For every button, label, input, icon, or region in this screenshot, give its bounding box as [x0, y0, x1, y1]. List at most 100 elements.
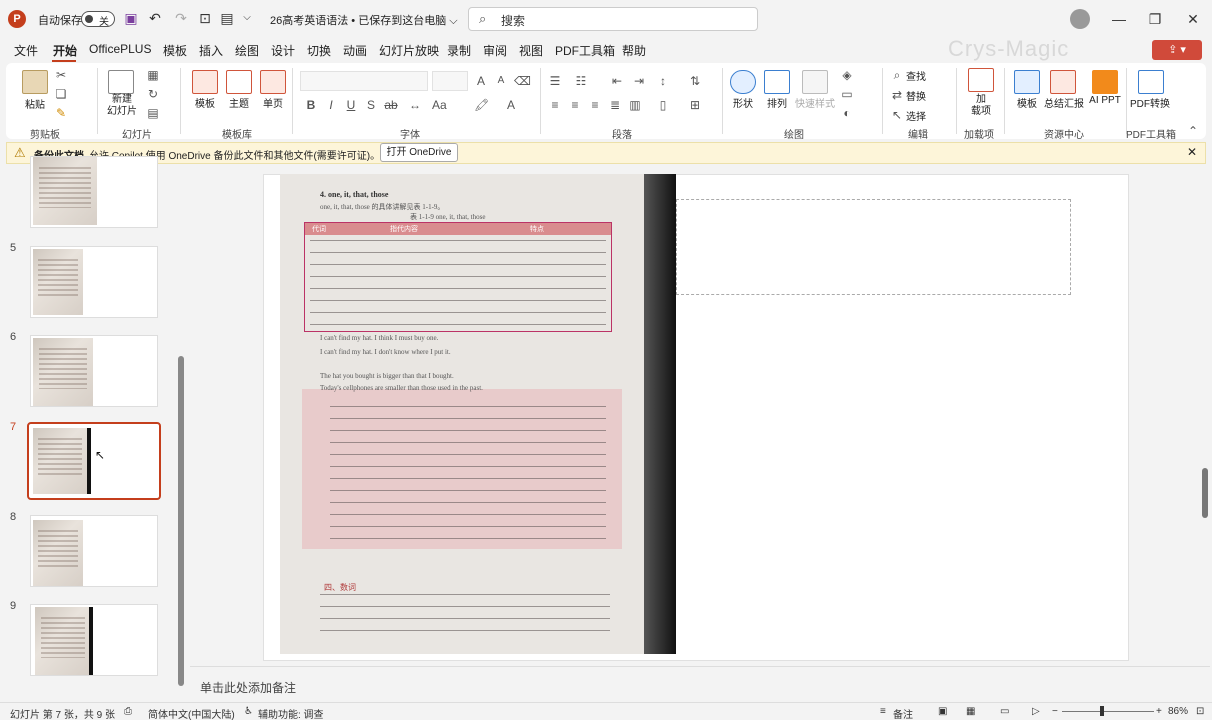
tab-review[interactable]: 审阅 — [483, 42, 507, 59]
autosave-toggle[interactable]: 关 — [81, 11, 115, 28]
spellcheck-icon[interactable]: ⎙ — [124, 706, 132, 717]
tab-insert[interactable]: 插入 — [199, 42, 223, 59]
addins-icon[interactable] — [968, 68, 994, 92]
single-page-icon[interactable] — [260, 70, 286, 94]
pdf-convert-button[interactable]: PDF转换 — [1128, 95, 1172, 110]
arrange-icon[interactable] — [764, 70, 790, 94]
accessibility-status[interactable]: 辅助功能: 调查 — [258, 706, 324, 720]
ai-ppt-button[interactable]: AI PPT — [1086, 95, 1124, 106]
language-status[interactable]: 简体中文(中国大陆) — [148, 706, 235, 720]
open-onedrive-button[interactable]: 打开 OneDrive — [380, 143, 458, 162]
template-icon[interactable] — [192, 70, 218, 94]
strikethrough-icon[interactable]: ab — [384, 98, 398, 112]
theme-button[interactable]: 主题 — [224, 95, 254, 110]
shrink-font-icon[interactable]: A — [494, 74, 508, 88]
quick-styles-button[interactable]: 快速样式 — [792, 95, 838, 110]
close-icon[interactable]: ✕ — [1187, 145, 1197, 159]
reset-icon[interactable]: ↻ — [146, 87, 160, 101]
tab-file[interactable]: 文件 — [14, 42, 38, 59]
tab-help[interactable]: 帮助 — [622, 42, 646, 59]
template-button[interactable]: 模板 — [190, 95, 220, 110]
close-icon[interactable]: ✕ — [1184, 10, 1202, 28]
smartart-icon[interactable]: ⊞ — [688, 98, 702, 112]
notes-button[interactable]: 备注 — [893, 706, 913, 720]
font-size-select[interactable] — [432, 71, 468, 91]
notes-icon[interactable]: ≡ — [880, 706, 886, 717]
customize-icon[interactable]: ▤ — [218, 9, 236, 27]
tab-view[interactable]: 视图 — [519, 42, 543, 59]
tab-design[interactable]: 设计 — [271, 42, 295, 59]
quick-styles-icon[interactable] — [802, 70, 828, 94]
theme-icon[interactable] — [226, 70, 252, 94]
font-family-select[interactable] — [300, 71, 428, 91]
shadow-icon[interactable]: S — [364, 98, 378, 112]
single-page-button[interactable]: 单页 — [258, 95, 288, 110]
sorter-view-icon[interactable]: ▦ — [966, 706, 975, 717]
tab-animations[interactable]: 动画 — [343, 42, 367, 59]
text-placeholder[interactable] — [676, 199, 1071, 295]
layout-icon[interactable]: ▦ — [146, 68, 160, 82]
slide-thumbnail[interactable] — [30, 246, 158, 318]
line-spacing-icon[interactable]: ↕ — [656, 74, 670, 88]
summary-button[interactable]: 总结汇报 — [1042, 95, 1086, 110]
find-icon[interactable]: ⌕ — [890, 68, 904, 82]
increase-indent-icon[interactable]: ⇥ — [632, 74, 646, 88]
more-icon[interactable]: ⌵ — [238, 9, 256, 27]
slide-thumbnail-selected[interactable] — [27, 422, 161, 500]
thumbnail-scrollbar[interactable] — [177, 166, 185, 696]
textbook-photo[interactable]: 4. one, it, that, those one, it, that, t… — [280, 174, 676, 654]
tab-transitions[interactable]: 切换 — [307, 42, 331, 59]
find-button[interactable]: 查找 — [906, 68, 926, 83]
replace-icon[interactable]: ⇄ — [890, 88, 904, 102]
replace-button[interactable]: 替换 — [906, 88, 926, 103]
ai-ppt-icon[interactable] — [1092, 70, 1118, 94]
bullets-icon[interactable]: ☰ — [548, 74, 562, 88]
shape-effects-icon[interactable]: ◐ — [840, 106, 854, 120]
tab-slideshow[interactable]: 幻灯片放映 — [379, 42, 439, 59]
select-button[interactable]: 选择 — [906, 108, 926, 123]
document-title[interactable]: 26高考英语语法 • 已保存到这台电脑 ⌵ — [270, 12, 458, 28]
slide-thumbnail[interactable] — [30, 604, 158, 676]
addins-button[interactable]: 加 载项 — [966, 94, 996, 118]
tab-pdf-tools[interactable]: PDF工具箱 — [555, 42, 615, 59]
slide-thumbnail[interactable] — [30, 156, 158, 228]
slide-thumbnail[interactable] — [30, 335, 158, 407]
paste-icon[interactable] — [22, 70, 48, 94]
zoom-slider-thumb[interactable] — [1100, 706, 1104, 716]
new-slide-button[interactable]: 新建 幻灯片 — [100, 94, 144, 118]
shape-fill-icon[interactable]: ◈ — [840, 68, 854, 82]
accessibility-icon[interactable]: ♿ — [244, 706, 253, 717]
tab-record[interactable]: 录制 — [447, 42, 471, 59]
notes-pane[interactable] — [190, 666, 1210, 702]
font-color-icon[interactable]: A — [504, 98, 518, 112]
text-direction-icon[interactable]: ⇅ — [688, 74, 702, 88]
zoom-out-icon[interactable]: − — [1052, 706, 1058, 717]
numbering-icon[interactable]: ☷ — [574, 74, 588, 88]
fit-slide-icon[interactable]: ⊡ — [1196, 706, 1204, 717]
account-avatar[interactable] — [1070, 9, 1090, 29]
spacing-icon[interactable]: ↔ — [408, 98, 422, 112]
shape-outline-icon[interactable]: ▭ — [840, 87, 854, 101]
normal-view-icon[interactable]: ▣ — [938, 706, 947, 717]
notes-placeholder[interactable]: 单击此处添加备注 — [200, 679, 296, 696]
arrange-button[interactable]: 排列 — [762, 95, 792, 110]
resource-template-button[interactable]: 模板 — [1012, 95, 1042, 110]
zoom-slider[interactable] — [1062, 711, 1154, 712]
search-input[interactable]: ⌕ 搜索 — [468, 7, 758, 31]
tab-template[interactable]: 模板 — [163, 42, 187, 59]
shapes-button[interactable]: 形状 — [728, 95, 758, 110]
decrease-indent-icon[interactable]: ⇤ — [610, 74, 624, 88]
section-icon[interactable]: ▤ — [146, 106, 160, 120]
undo-icon[interactable]: ↶ — [146, 9, 164, 27]
case-icon[interactable]: Aa — [432, 98, 447, 112]
zoom-in-icon[interactable]: + — [1156, 706, 1162, 717]
collapse-ribbon-icon[interactable]: ⌃ — [1186, 124, 1200, 138]
clear-format-icon[interactable]: ⌫ — [514, 74, 531, 88]
paste-button[interactable]: 粘贴 — [20, 96, 50, 111]
restore-icon[interactable]: ❐ — [1146, 10, 1164, 28]
italic-icon[interactable]: I — [324, 98, 338, 112]
main-scrollbar[interactable] — [1200, 166, 1210, 666]
underline-icon[interactable]: U — [344, 98, 358, 112]
new-slide-icon[interactable] — [108, 70, 134, 94]
zoom-level[interactable]: 86% — [1168, 706, 1188, 717]
